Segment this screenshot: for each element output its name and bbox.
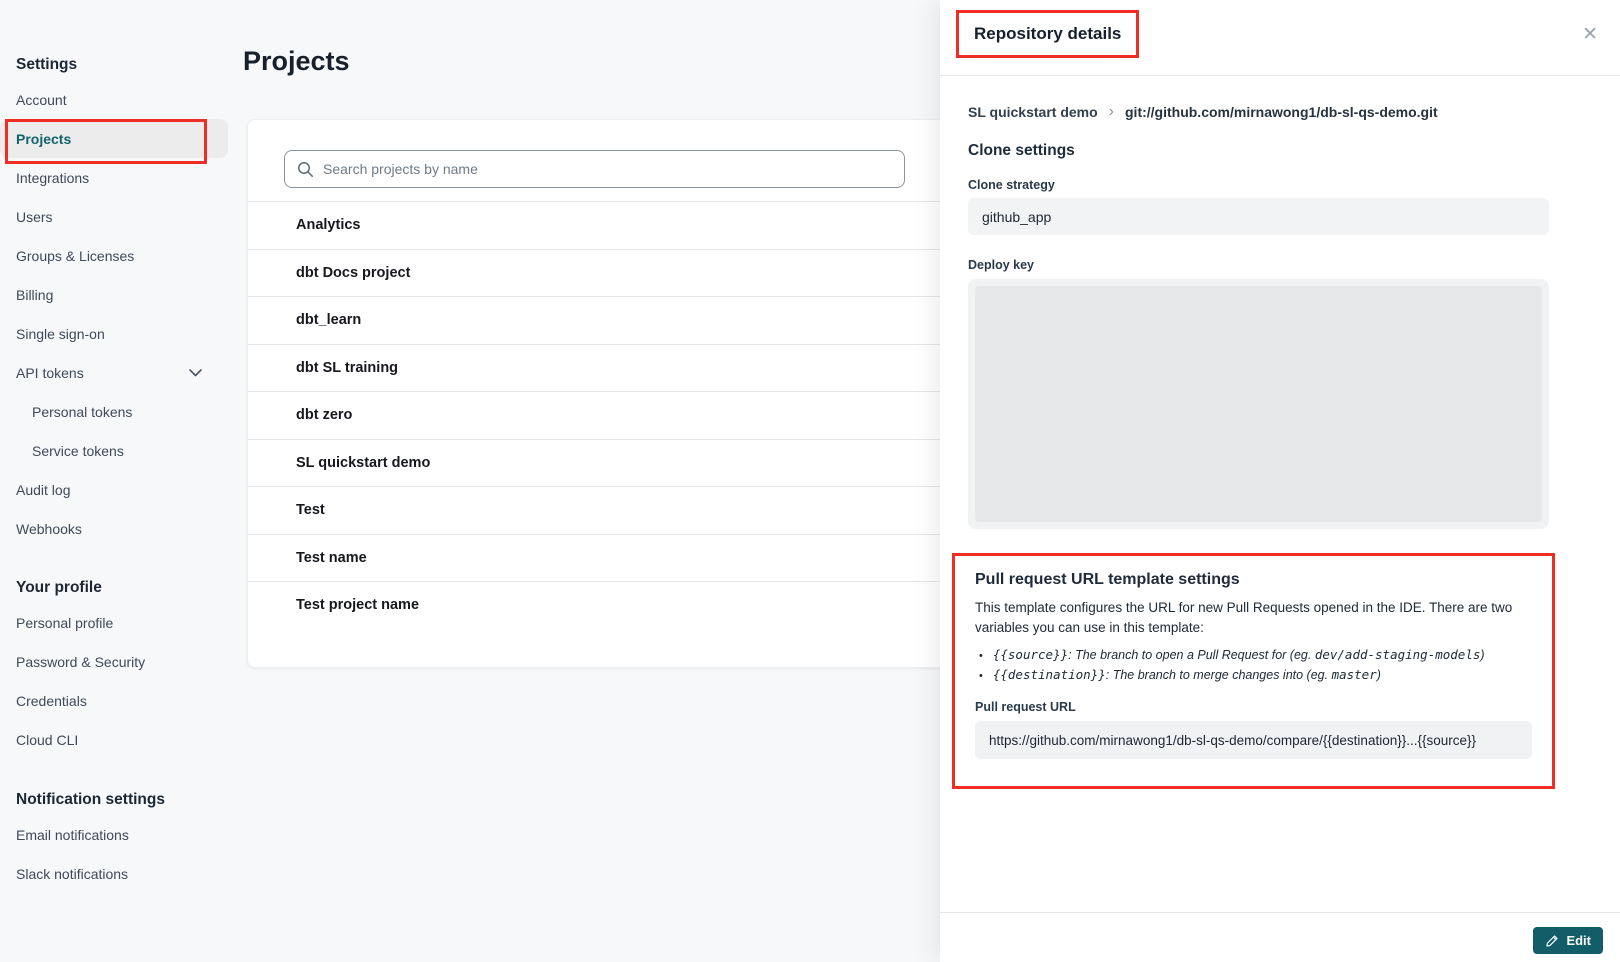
sidebar-item-email-notifications[interactable]: Email notifications: [0, 815, 228, 854]
clone-strategy-value: github_app: [968, 198, 1549, 235]
sidebar-item-audit-log[interactable]: Audit log: [0, 470, 228, 509]
close-icon[interactable]: ✕: [1582, 23, 1598, 46]
project-row-dbt-sl-training[interactable]: dbt SL training: [248, 344, 959, 392]
pr-template-heading: Pull request URL template settings: [975, 571, 1532, 589]
clone-settings-heading: Clone settings: [968, 142, 1549, 160]
sidebar-section-settings: Settings: [0, 50, 240, 80]
sidebar-item-password-security[interactable]: Password & Security: [0, 642, 228, 681]
list-item: {{source}}: The branch to open a Pull Re…: [975, 645, 1532, 665]
sidebar-item-service-tokens[interactable]: Service tokens: [0, 431, 228, 470]
breadcrumb-repo-url: git://github.com/mirnawong1/db-sl-qs-dem…: [1125, 104, 1438, 120]
panel-title: Repository details: [974, 24, 1121, 44]
panel-footer: Edit: [940, 912, 1620, 962]
search-projects-input[interactable]: [284, 150, 905, 188]
project-row-sl-quickstart-demo[interactable]: SL quickstart demo: [248, 439, 959, 487]
repository-details-panel: Repository details ✕ SL quickstart demo …: [940, 0, 1620, 962]
bullet-dot-icon: [979, 646, 993, 665]
sidebar-item-users[interactable]: Users: [0, 197, 228, 236]
project-row-analytics[interactable]: Analytics: [248, 201, 959, 249]
sidebar-item-billing[interactable]: Billing: [0, 275, 228, 314]
annotation-box-repository-details: Repository details: [956, 10, 1139, 58]
sidebar-item-cloud-cli[interactable]: Cloud CLI: [0, 720, 228, 759]
project-row-test-project-name[interactable]: Test project name: [248, 581, 959, 629]
pull-request-url-label: Pull request URL: [975, 700, 1532, 714]
example-source-branch: dev/add-staging-models: [1315, 647, 1481, 662]
sidebar-item-projects[interactable]: Projects: [0, 119, 228, 158]
project-list: Analytics dbt Docs project dbt_learn dbt…: [248, 201, 959, 629]
sidebar-item-personal-tokens[interactable]: Personal tokens: [0, 392, 228, 431]
project-row-test-name[interactable]: Test name: [248, 534, 959, 582]
page-title: Projects: [243, 46, 350, 77]
sidebar-section-your-profile: Your profile: [0, 573, 240, 603]
sidebar-item-single-sign-on[interactable]: Single sign-on: [0, 314, 228, 353]
deploy-key-box: [968, 279, 1549, 529]
sidebar-item-slack-notifications[interactable]: Slack notifications: [0, 854, 228, 893]
edit-button[interactable]: Edit: [1533, 927, 1603, 954]
clone-strategy-label: Clone strategy: [968, 178, 1549, 192]
breadcrumb-project[interactable]: SL quickstart demo: [968, 104, 1098, 120]
projects-card: Analytics dbt Docs project dbt_learn dbt…: [247, 119, 960, 668]
variable-source: {{source}}: [993, 647, 1068, 662]
panel-body: SL quickstart demo › git://github.com/mi…: [940, 77, 1620, 912]
pencil-icon: [1545, 934, 1559, 948]
sidebar-item-groups-licenses[interactable]: Groups & Licenses: [0, 236, 228, 275]
example-destination-branch: master: [1332, 667, 1377, 682]
sidebar-item-account[interactable]: Account: [0, 80, 228, 119]
settings-sidebar: Settings Account Projects Integrations U…: [0, 0, 240, 962]
chevron-down-icon: [189, 369, 202, 377]
variable-destination: {{destination}}: [993, 667, 1106, 682]
sidebar-section-notification-settings: Notification settings: [0, 785, 240, 815]
pull-request-url-value: https://github.com/mirnawong1/db-sl-qs-d…: [975, 721, 1532, 759]
pr-template-variables: {{source}}: The branch to open a Pull Re…: [975, 645, 1532, 686]
project-row-dbt-zero[interactable]: dbt zero: [248, 391, 959, 439]
sidebar-item-personal-profile[interactable]: Personal profile: [0, 603, 228, 642]
project-row-dbt-docs-project[interactable]: dbt Docs project: [248, 249, 959, 297]
sidebar-item-api-tokens[interactable]: API tokens: [0, 353, 228, 392]
deploy-key-label: Deploy key: [968, 258, 1549, 272]
pull-request-url-template-section: Pull request URL template settings This …: [952, 553, 1555, 789]
sidebar-item-credentials[interactable]: Credentials: [0, 681, 228, 720]
sidebar-item-webhooks[interactable]: Webhooks: [0, 509, 228, 548]
breadcrumb: SL quickstart demo › git://github.com/mi…: [968, 103, 1549, 121]
pr-template-description: This template configures the URL for new…: [975, 598, 1532, 639]
panel-header: Repository details ✕: [940, 0, 1620, 76]
search-icon: [297, 161, 314, 183]
deploy-key-redacted-value: [975, 286, 1542, 522]
bullet-dot-icon: [979, 666, 993, 685]
breadcrumb-chevron-icon: ›: [1109, 103, 1114, 121]
project-row-test[interactable]: Test: [248, 486, 959, 534]
sidebar-item-integrations[interactable]: Integrations: [0, 158, 228, 197]
list-item: {{destination}}: The branch to merge cha…: [975, 665, 1532, 685]
project-row-dbt-learn[interactable]: dbt_learn: [248, 296, 959, 344]
